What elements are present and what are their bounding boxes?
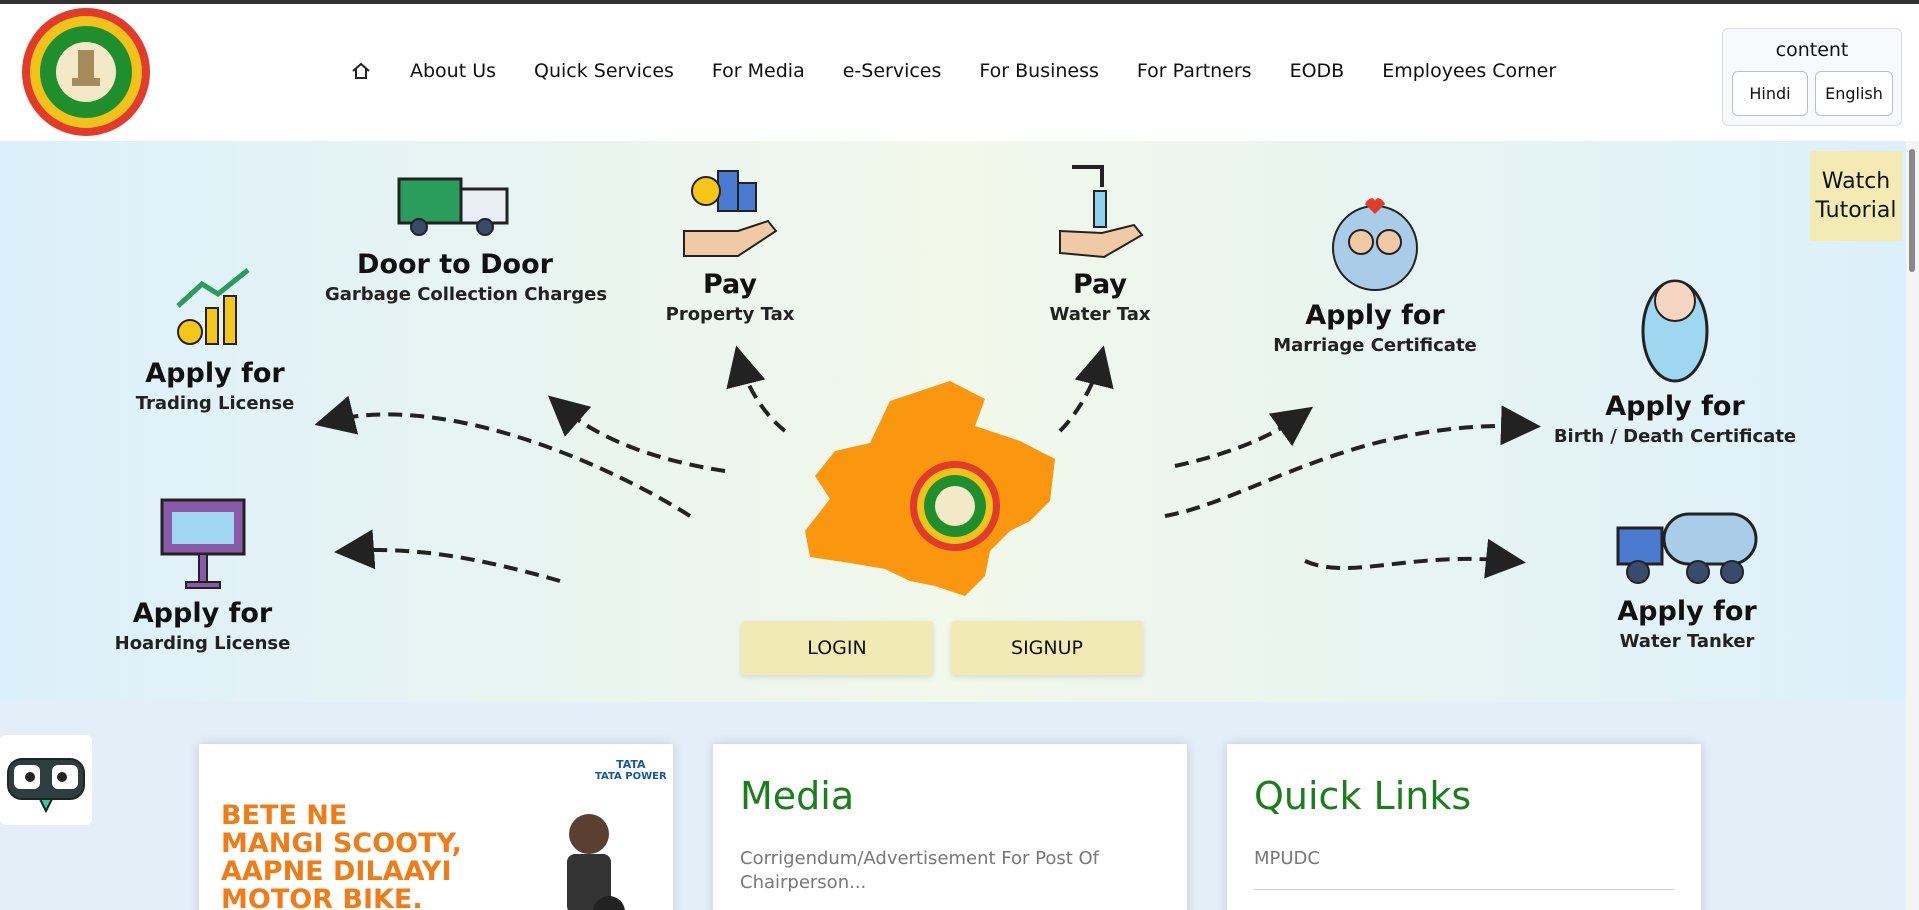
service-subtitle: Birth / Death Certificate: [1553, 426, 1797, 447]
service-subtitle: Trading License: [135, 393, 295, 414]
media-title: Media: [740, 774, 855, 818]
service-water-tanker[interactable]: Apply for Water Tanker: [1592, 506, 1782, 652]
service-marriage-certificate[interactable]: Apply for Marriage Certificate: [1260, 196, 1490, 356]
ad-line: AAPNE DILAAYI: [221, 856, 452, 887]
water-tanker-icon: [1616, 512, 1758, 584]
service-garbage-collection[interactable]: Door to Door Garbage Collection Charges: [325, 171, 608, 305]
service-birth-death-certificate[interactable]: Apply for Birth / Death Certificate: [1545, 271, 1805, 447]
quick-links-card: Quick Links MPUDC: [1227, 744, 1701, 910]
tata-power-logo: TATA TATA POWER: [595, 758, 667, 782]
service-subtitle: Water Tax: [1049, 304, 1151, 325]
baby-icon: [1641, 279, 1709, 383]
media-card: Media Corrigendum/Advertisement For Post…: [713, 744, 1187, 910]
hindi-button[interactable]: Hindi: [1732, 71, 1808, 116]
media-item-link[interactable]: Corrigendum/Advertisement For Post Of Ch…: [740, 847, 1160, 895]
service-title: Pay: [702, 269, 758, 300]
service-title: Apply for: [145, 358, 285, 389]
growth-chart-icon: [176, 268, 250, 345]
service-subtitle: Hoarding License: [114, 633, 291, 654]
service-subtitle: Water Tanker: [1619, 631, 1755, 652]
property-tax-icon: [683, 170, 778, 257]
service-title: Apply for: [1605, 391, 1745, 422]
chatbot-icon[interactable]: [0, 735, 92, 825]
nav-for-media[interactable]: For Media: [712, 60, 805, 82]
tata-power-logo-text: TATA POWER: [595, 771, 667, 782]
nav-about-us[interactable]: About Us: [410, 60, 496, 82]
service-title: Apply for: [1617, 596, 1757, 627]
signup-button[interactable]: SIGNUP: [951, 621, 1143, 675]
scrollbar-thumb[interactable]: [1909, 149, 1915, 272]
quick-links-title: Quick Links: [1254, 774, 1472, 818]
page-scrollbar[interactable]: [1906, 141, 1919, 910]
ad-line: MANGI SCOOTY,: [221, 828, 462, 859]
service-title: Apply for: [132, 598, 273, 629]
site-header: About Us Quick Services For Media e-Serv…: [0, 4, 1919, 141]
nav-quick-services[interactable]: Quick Services: [534, 60, 674, 82]
mp-government-emblem-logo[interactable]: [20, 6, 152, 138]
ad-line: BETE NE: [221, 800, 348, 831]
tata-logo-text: TATA: [616, 758, 646, 771]
service-title: Pay: [1072, 269, 1128, 300]
madhya-pradesh-map: [805, 381, 1055, 596]
ad-line: MOTOR BIKE.: [221, 884, 423, 910]
nav-e-services[interactable]: e-Services: [843, 60, 942, 82]
nav-for-business[interactable]: For Business: [979, 60, 1099, 82]
language-switcher: content Hindi English: [1722, 28, 1902, 126]
service-subtitle: Marriage Certificate: [1273, 335, 1477, 356]
english-button[interactable]: English: [1815, 71, 1893, 116]
language-switcher-title: content: [1775, 39, 1849, 61]
service-title: Door to Door: [357, 249, 553, 280]
nav-for-partners[interactable]: For Partners: [1137, 60, 1252, 82]
advertisement-text: BETE NE MANGI SCOOTY, AAPNE DILAAYI MOTO…: [221, 802, 462, 910]
watch-tutorial-button[interactable]: Watch Tutorial: [1810, 151, 1902, 241]
login-button[interactable]: LOGIN: [741, 621, 933, 675]
service-trading-license[interactable]: Apply for Trading License: [115, 266, 315, 414]
billboard-icon: [160, 498, 245, 589]
service-subtitle: Garbage Collection Charges: [325, 284, 608, 305]
nav-employees-corner[interactable]: Employees Corner: [1382, 60, 1556, 82]
services-hero: Door to Door Garbage Collection Charges …: [0, 141, 1906, 702]
service-water-tax[interactable]: Pay Water Tax: [1010, 161, 1190, 325]
garbage-truck-icon: [397, 177, 509, 236]
service-property-tax[interactable]: Pay Property Tax: [640, 161, 820, 325]
quick-link-item[interactable]: MPUDC: [1254, 847, 1674, 871]
nav-eodb[interactable]: EODB: [1290, 60, 1345, 82]
service-subtitle: Property Tax: [665, 304, 795, 325]
divider: [1254, 889, 1674, 890]
advertisement-card[interactable]: TATA TATA POWER BETE NE MANGI SCOOTY, AA…: [199, 744, 673, 910]
ad-person-on-bike-image: [567, 814, 625, 910]
service-title: Apply for: [1305, 300, 1445, 331]
couple-icon: [1332, 198, 1418, 291]
home-icon[interactable]: [350, 60, 372, 82]
water-tax-icon: [1059, 165, 1144, 259]
main-navigation: About Us Quick Services For Media e-Serv…: [350, 60, 1594, 82]
service-hoarding-license[interactable]: Apply for Hoarding License: [110, 496, 295, 654]
